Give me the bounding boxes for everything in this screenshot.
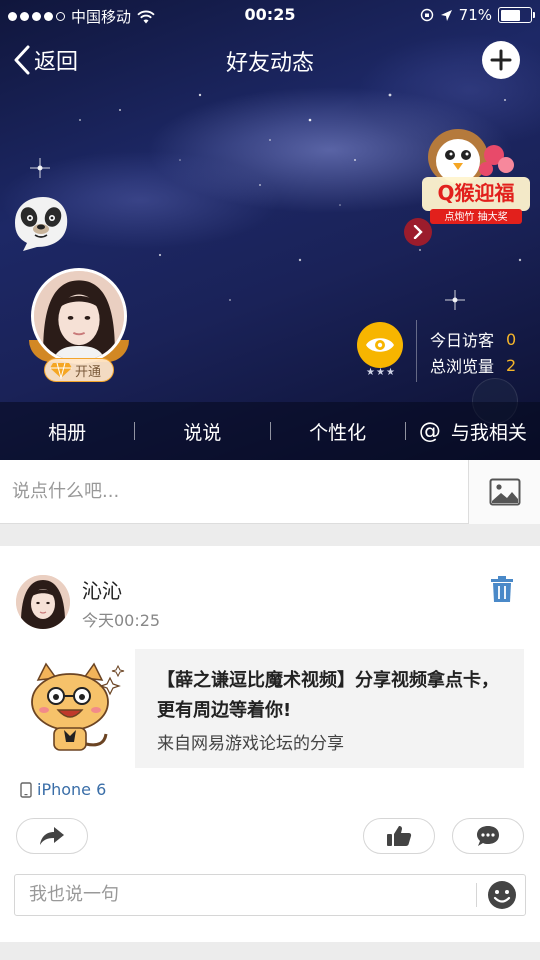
battery-icon [498, 7, 535, 23]
eye-icon [366, 338, 394, 352]
post-timestamp: 今天00:25 [82, 611, 161, 630]
chevron-right-icon [413, 225, 423, 239]
svg-text:点炮竹 抽大奖: 点炮竹 抽大奖 [444, 210, 507, 223]
add-photo-button[interactable] [468, 460, 540, 524]
tab-personalize[interactable]: 个性化 [271, 418, 405, 445]
total-views-label: 总浏览量 [430, 357, 495, 376]
comment-bubble-icon [477, 826, 499, 846]
status-bar: 中国移动 00:25 71% [0, 0, 540, 30]
feed-card: 沁沁 今天00:25 【薛之谦逗比魔术视频】分享视频拿点卡，更有周边等着你! 来… [0, 546, 540, 942]
today-visitors[interactable]: 今日访客 0 [430, 327, 516, 351]
tab-album[interactable]: 相册 [0, 418, 134, 445]
user-portrait-icon [34, 271, 124, 361]
profile-avatar[interactable] [31, 268, 127, 364]
post-user-avatar[interactable] [16, 575, 70, 629]
post-user-name[interactable]: 沁沁 [82, 575, 122, 604]
comment-input-divider [476, 883, 477, 907]
tab-related-to-me[interactable]: @ 与我相关 [406, 418, 540, 445]
vip-label: 开通 [75, 364, 102, 380]
location-arrow-icon [440, 9, 452, 21]
shared-link-card[interactable]: 【薛之谦逗比魔术视频】分享视频拿点卡，更有周边等着你! 来自网易游戏论坛的分享 [135, 649, 524, 768]
device-name: iPhone 6 [37, 780, 107, 799]
profile-header: 中国移动 00:25 71% 返回 好友动态 Q猴迎福 点炮竹 抽大奖 开通 ★… [0, 0, 540, 460]
share-button[interactable] [16, 818, 88, 854]
orientation-lock-icon [420, 8, 433, 22]
emoji-icon[interactable] [487, 880, 517, 910]
vip-open-button[interactable]: 开通 [44, 358, 114, 382]
compose-input[interactable]: 说点什么吧... [12, 460, 119, 524]
tab-related-label: 与我相关 [450, 421, 527, 444]
battery-percent: 71% [458, 6, 492, 24]
comment-button[interactable] [452, 818, 524, 854]
diamond-icon [50, 362, 72, 379]
delete-button[interactable] [490, 575, 514, 603]
visitor-badge[interactable] [357, 322, 403, 368]
share-arrow-icon [40, 827, 64, 845]
thumbs-up-icon [387, 826, 412, 846]
shared-link-source: 来自网易游戏论坛的分享 [157, 734, 344, 754]
cat-sticker-icon [31, 662, 125, 751]
starfield-background [30, 93, 522, 346]
add-button[interactable] [482, 41, 520, 79]
chevron-left-icon [14, 45, 30, 75]
comment-input[interactable]: 我也说一句 [14, 874, 526, 916]
svg-text:Q猴迎福: Q猴迎福 [437, 181, 514, 205]
today-visitors-count: 0 [506, 329, 517, 349]
total-views-count: 2 [506, 355, 517, 375]
panda-decoration-icon [15, 197, 68, 251]
image-icon [489, 478, 520, 506]
compose-bar: 说点什么吧... [0, 460, 540, 524]
trash-icon [491, 576, 513, 602]
plus-icon [490, 49, 512, 71]
profile-tabbar: 相册 说说 个性化 @ 与我相关 [0, 402, 540, 460]
today-visitors-label: 今日访客 [430, 331, 495, 350]
like-button[interactable] [363, 818, 435, 854]
back-label: 返回 [34, 50, 79, 75]
visitor-rating: ★★★ [366, 367, 396, 378]
post-device[interactable]: iPhone 6 [20, 780, 106, 799]
promo-banner-icon: Q猴迎福 点炮竹 抽大奖 [422, 129, 530, 224]
comment-placeholder: 我也说一句 [29, 884, 119, 905]
total-views[interactable]: 总浏览量 2 [430, 353, 516, 377]
stats-divider [416, 320, 417, 382]
at-icon: @ [418, 418, 441, 444]
phone-icon [20, 781, 32, 798]
user-portrait-icon [16, 575, 70, 629]
promo-arrow-button[interactable] [404, 218, 432, 246]
back-button[interactable]: 返回 [12, 44, 78, 76]
shared-link-title: 【薛之谦逗比魔术视频】分享视频拿点卡，更有周边等着你! [157, 670, 499, 721]
tab-moments[interactable]: 说说 [135, 418, 269, 445]
